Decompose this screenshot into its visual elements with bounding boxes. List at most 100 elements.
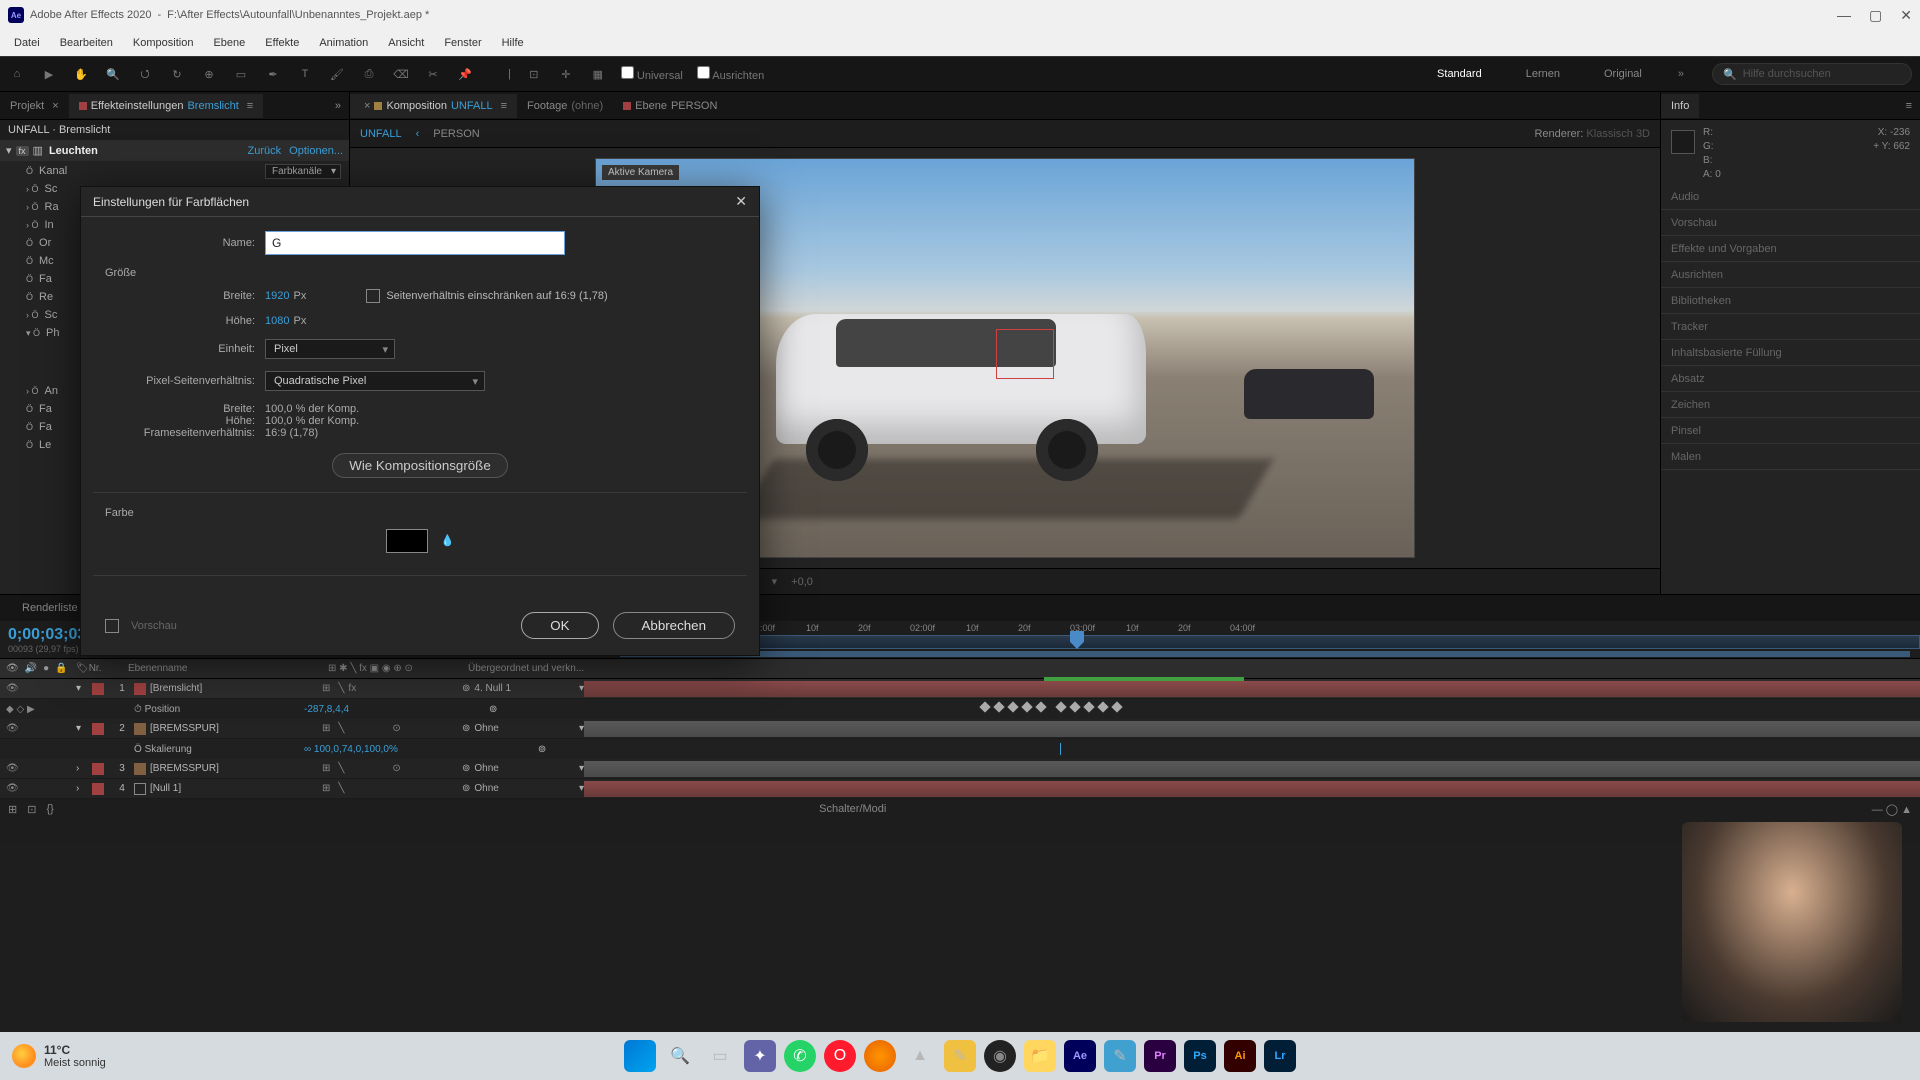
comp-nav-unfall[interactable]: UNFALL <box>360 128 402 140</box>
snap-edge-icon[interactable]: ✛ <box>557 65 575 83</box>
illustrator-icon[interactable]: Ai <box>1224 1040 1256 1072</box>
menu-file[interactable]: Datei <box>6 33 48 53</box>
app-icon[interactable]: ▲ <box>904 1040 936 1072</box>
hand-tool-icon[interactable]: ✋ <box>72 65 90 83</box>
prop-channel[interactable]: ÖKanal Farbkanäle <box>0 162 349 180</box>
effect-options[interactable]: Optionen... <box>289 145 343 157</box>
anchor-tool-icon[interactable]: ⊕ <box>200 65 218 83</box>
brush-tool-icon[interactable]: 🖌 <box>328 65 346 83</box>
taskbar-search-icon[interactable]: 🔍 <box>664 1040 696 1072</box>
channel-dropdown[interactable]: Farbkanäle <box>265 164 341 179</box>
width-value[interactable]: 1920 <box>265 290 289 302</box>
menu-edit[interactable]: Bearbeiten <box>52 33 121 53</box>
cancel-button[interactable]: Abbrechen <box>613 612 735 639</box>
close-window-icon[interactable]: ✕ <box>1900 7 1912 24</box>
universal-checkbox[interactable] <box>621 66 634 79</box>
app-icon[interactable]: ✎ <box>1104 1040 1136 1072</box>
premiere-icon[interactable]: Pr <box>1144 1040 1176 1072</box>
panel-character[interactable]: Zeichen <box>1661 392 1920 418</box>
unit-dropdown[interactable]: Pixel <box>265 339 395 359</box>
firefox-icon[interactable] <box>864 1040 896 1072</box>
align-checkbox[interactable] <box>697 66 710 79</box>
panel-tracker[interactable]: Tracker <box>1661 314 1920 340</box>
shape-tool-icon[interactable]: ▭ <box>232 65 250 83</box>
selection-tool-icon[interactable]: ▶ <box>40 65 58 83</box>
tl-footer-icon[interactable]: {} <box>46 803 53 815</box>
minimize-icon[interactable]: — <box>1837 7 1851 24</box>
start-icon[interactable] <box>624 1040 656 1072</box>
panel-preview[interactable]: Vorschau <box>1661 210 1920 236</box>
workspace-original[interactable]: Original <box>1596 64 1650 84</box>
puppet-tool-icon[interactable]: 📌 <box>456 65 474 83</box>
panel-effects-presets[interactable]: Effekte und Vorgaben <box>1661 236 1920 262</box>
effect-toggle-icon[interactable]: ▥ <box>33 144 43 157</box>
menu-animation[interactable]: Animation <box>311 33 376 53</box>
lightroom-icon[interactable]: Lr <box>1264 1040 1296 1072</box>
panel-paint[interactable]: Malen <box>1661 444 1920 470</box>
panel-content-aware[interactable]: Inhaltsbasierte Füllung <box>1661 340 1920 366</box>
make-comp-size-button[interactable]: Wie Kompositionsgröße <box>332 453 507 478</box>
current-timecode[interactable]: 0;00;03;03 <box>8 626 86 644</box>
maximize-icon[interactable]: ▢ <box>1869 7 1882 24</box>
opera-icon[interactable]: O <box>824 1040 856 1072</box>
menu-effects[interactable]: Effekte <box>257 33 307 53</box>
zoom-tool-icon[interactable]: 🔍 <box>104 65 122 83</box>
taskview-icon[interactable]: ▭ <box>704 1040 736 1072</box>
layer-prop[interactable]: ◆ ◇ ▶ ⏱ Position -287,8,4,4 ⊚ <box>0 699 1920 719</box>
orbit-tool-icon[interactable]: ⭯ <box>136 65 154 83</box>
layer-prop[interactable]: Ö Skalierung ∞ 100,0,74,0,100,0% ⊚ <box>0 739 1920 759</box>
menu-composition[interactable]: Komposition <box>125 33 202 53</box>
eraser-tool-icon[interactable]: ⌫ <box>392 65 410 83</box>
panel-align[interactable]: Ausrichten <box>1661 262 1920 288</box>
tab-project[interactable]: Projekt× <box>0 94 69 118</box>
menu-window[interactable]: Fenster <box>436 33 489 53</box>
snap-grid-icon[interactable]: ▦ <box>589 65 607 83</box>
menu-view[interactable]: Ansicht <box>380 33 432 53</box>
ok-button[interactable]: OK <box>521 612 598 639</box>
tl-footer-icon[interactable]: ⊡ <box>27 803 36 816</box>
comp-nav-back-icon[interactable]: ‹ <box>416 128 420 140</box>
layer-row[interactable]: 👁 › 3 [BREMSSPUR] ⊞╲⊙ ⊚Ohne▾ <box>0 759 1920 779</box>
tab-composition[interactable]: × Komposition UNFALL ≡ <box>350 94 517 118</box>
comp-nav-person[interactable]: PERSON <box>433 128 479 140</box>
color-swatch[interactable] <box>386 529 428 553</box>
layer-row[interactable]: 👁 ▾ 2 [BREMSSPUR] ⊞╲⊙ ⊚Ohne▾ <box>0 719 1920 739</box>
timeline-ruler[interactable]: 00f 10f 20f 01:00f 10f 20f 02:00f 10f 20… <box>590 621 1920 658</box>
height-value[interactable]: 1080 <box>265 315 289 327</box>
photoshop-icon[interactable]: Ps <box>1184 1040 1216 1072</box>
home-icon[interactable]: ⌂ <box>8 65 26 83</box>
rotate-tool-icon[interactable]: ↻ <box>168 65 186 83</box>
workspace-standard[interactable]: Standard <box>1429 64 1490 84</box>
ae-taskbar-icon[interactable]: Ae <box>1064 1040 1096 1072</box>
name-input[interactable] <box>265 231 565 255</box>
weather-widget[interactable]: 11°C Meist sonnig <box>12 1043 106 1069</box>
workspace-more[interactable]: » <box>1678 68 1684 80</box>
eyedropper-icon[interactable]: 💧 <box>441 535 455 547</box>
help-search-input[interactable]: 🔍 Hilfe durchsuchen <box>1712 63 1912 85</box>
workspace-learn[interactable]: Lernen <box>1518 64 1568 84</box>
tab-layer[interactable]: Ebene PERSON <box>613 94 727 118</box>
par-dropdown[interactable]: Quadratische Pixel <box>265 371 485 391</box>
teams-icon[interactable]: ✦ <box>744 1040 776 1072</box>
tab-info[interactable]: Info <box>1661 94 1699 118</box>
explorer-icon[interactable]: 📁 <box>1024 1040 1056 1072</box>
panel-brush[interactable]: Pinsel <box>1661 418 1920 444</box>
tl-footer-icon[interactable]: ⊞ <box>8 803 17 816</box>
stamp-tool-icon[interactable]: ⎙ <box>360 65 378 83</box>
tab-effect-controls[interactable]: Effekteinstellungen Bremslicht ≡ <box>69 94 264 118</box>
pen-tool-icon[interactable]: ✒ <box>264 65 282 83</box>
menu-help[interactable]: Hilfe <box>494 33 532 53</box>
tracker-box[interactable] <box>996 329 1054 379</box>
panel-paragraph[interactable]: Absatz <box>1661 366 1920 392</box>
panel-audio[interactable]: Audio <box>1661 184 1920 210</box>
layer-row[interactable]: 👁 ▾ 1 [Bremslicht] ⊞╲fx ⊚4. Null 1▾ <box>0 679 1920 699</box>
roto-tool-icon[interactable]: ✂ <box>424 65 442 83</box>
snap-vertex-icon[interactable]: ⊡ <box>525 65 543 83</box>
whatsapp-icon[interactable]: ✆ <box>784 1040 816 1072</box>
dialog-close-icon[interactable]: ✕ <box>735 193 747 210</box>
exposure-value[interactable]: +0,0 <box>791 576 813 588</box>
tab-footage[interactable]: Footage (ohne) <box>517 94 613 118</box>
panel-libraries[interactable]: Bibliotheken <box>1661 288 1920 314</box>
menu-layer[interactable]: Ebene <box>205 33 253 53</box>
layer-row[interactable]: 👁 › 4 [Null 1] ⊞╲ ⊚Ohne▾ <box>0 779 1920 799</box>
